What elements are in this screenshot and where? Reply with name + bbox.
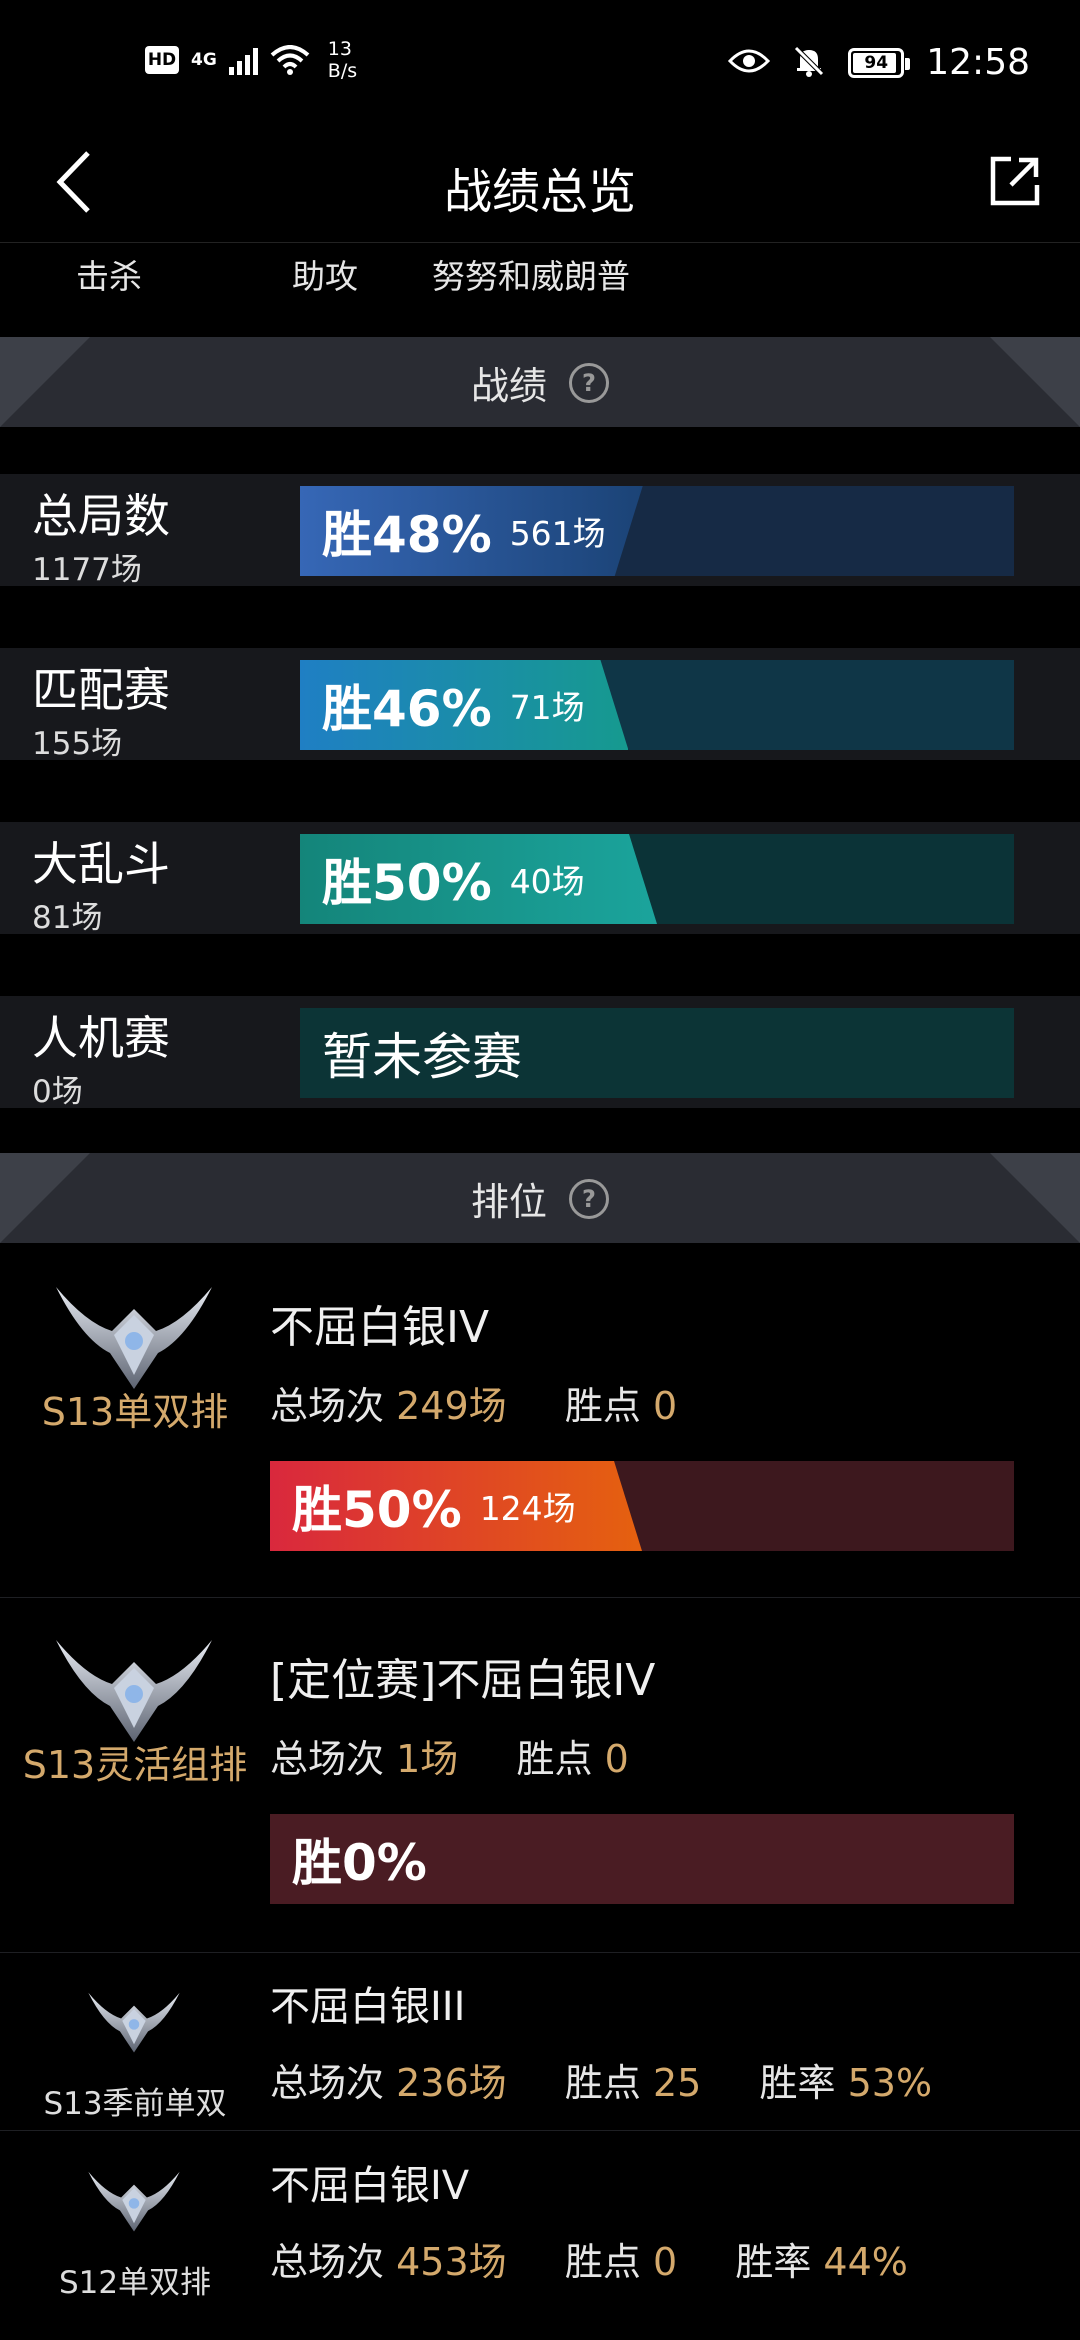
points-label: 胜点 xyxy=(516,1737,593,1781)
rank-tier: [定位赛]不屈白银IV xyxy=(270,1655,656,1706)
stat-name: 人机赛 xyxy=(32,1011,170,1065)
ranked-entry-s12[interactable]: S12单双排 不屈白银IV 总场次 453场 胜点 0 胜率 44% xyxy=(0,2131,1080,2309)
tab-champion[interactable]: 努努和威朗普 xyxy=(432,250,630,298)
rank-meta: 总场次 249场 胜点 0 xyxy=(270,1375,677,1430)
rank-tier: 不屈白银IV xyxy=(270,1302,490,1353)
battery-level: 94 xyxy=(864,52,889,73)
win-games: 40场 xyxy=(509,862,585,901)
battery-icon: 94 xyxy=(848,47,911,78)
total-value: 249场 xyxy=(396,1384,507,1428)
stat-subtabs: 击杀 助攻 努努和威朗普 xyxy=(0,242,1080,337)
winrate-bar: 暂未参赛 xyxy=(300,1008,1014,1098)
silver-rank-emblem-icon xyxy=(56,1640,212,1742)
season-label: S12单双排 xyxy=(58,2265,212,2301)
winrate-bar: 胜50% 40场 xyxy=(300,834,1014,924)
ranked-section-title: 排位 ? xyxy=(0,1171,1080,1226)
stat-name: 匹配赛 xyxy=(32,663,170,717)
winrate-label: 胜率 xyxy=(735,2240,812,2284)
total-value: 236场 xyxy=(396,2061,507,2105)
record-section-header: 战绩 ? xyxy=(0,337,1080,427)
points-label: 胜点 xyxy=(564,2061,641,2105)
rank-meta: 总场次 1场 胜点 0 xyxy=(270,1728,629,1783)
signal-icon xyxy=(228,45,258,75)
rank-tier: 不屈白银IV xyxy=(270,2163,470,2209)
status-right: 94 12:58 xyxy=(728,42,1030,83)
points-label: 胜点 xyxy=(564,1384,641,1428)
ranked-title-text: 排位 xyxy=(470,1180,547,1224)
question-circle-icon[interactable]: ? xyxy=(569,362,609,403)
total-label: 总场次 xyxy=(270,1737,385,1781)
win-percent: 胜50% xyxy=(322,854,492,912)
season-label: S13灵活组排 xyxy=(22,1743,248,1787)
winrate-bar: 胜46% 71场 xyxy=(300,660,1014,750)
points-value: 0 xyxy=(604,1737,629,1781)
points-label: 胜点 xyxy=(564,2240,641,2284)
stat-row-aram[interactable]: 大乱斗 81场 胜50% 40场 xyxy=(0,822,1080,936)
total-label: 总场次 xyxy=(270,1384,385,1428)
status-left: HD 4G 13 B/s xyxy=(145,38,357,82)
record-section-title: 战绩 ? xyxy=(0,355,1080,410)
win-percent: 胜50% xyxy=(292,1481,462,1539)
points-value: 25 xyxy=(652,2061,702,2105)
stat-count: 81场 xyxy=(32,900,103,936)
winrate-bar: 胜48% 561场 xyxy=(300,486,1014,576)
speed-value: 13 xyxy=(327,38,352,60)
season-label: S13季前单双 xyxy=(43,2086,227,2122)
points-value: 0 xyxy=(652,2240,678,2284)
network-speed: 13 B/s xyxy=(328,38,357,82)
season-label: S13单双排 xyxy=(41,1390,229,1434)
stat-name: 总局数 xyxy=(32,489,170,543)
total-label: 总场次 xyxy=(270,2061,385,2105)
rank-meta: 总场次 236场 胜点 25 胜率 53% xyxy=(270,2052,932,2107)
win-games: 71场 xyxy=(509,688,585,727)
total-value: 1场 xyxy=(396,1737,459,1781)
stat-row-normal[interactable]: 匹配赛 155场 胜46% 71场 xyxy=(0,648,1080,762)
page-title: 战绩总览 xyxy=(443,164,636,220)
total-value: 453场 xyxy=(396,2240,507,2284)
silver-rank-emblem-icon xyxy=(88,2171,180,2232)
stat-count: 1177场 xyxy=(32,552,142,588)
winrate-bar: 胜50% 124场 xyxy=(270,1461,1014,1551)
win-games: 124场 xyxy=(479,1489,576,1528)
win-percent: 胜48% xyxy=(322,506,492,564)
network-type: 4G xyxy=(191,50,217,70)
question-circle-icon[interactable]: ? xyxy=(569,1178,609,1219)
winrate-label: 胜率 xyxy=(759,2061,836,2105)
stat-row-bots[interactable]: 人机赛 0场 暂未参赛 xyxy=(0,996,1080,1110)
tab-assists[interactable]: 助攻 xyxy=(292,250,358,298)
ranked-entry-flex[interactable]: S13灵活组排 [定位赛]不屈白银IV 总场次 1场 胜点 0 胜0% xyxy=(0,1598,1080,1953)
app-header: 战绩总览 xyxy=(0,130,1080,243)
silver-rank-emblem-icon xyxy=(56,1287,212,1389)
tab-kills[interactable]: 击杀 xyxy=(76,250,142,298)
win-percent: 胜0% xyxy=(292,1834,427,1892)
record-title-text: 战绩 xyxy=(470,364,547,408)
share-external-icon xyxy=(990,156,1040,206)
speed-unit: B/s xyxy=(327,60,358,82)
winrate-bar: 胜0% xyxy=(270,1814,1014,1904)
eye-icon xyxy=(728,47,771,79)
rank-meta: 总场次 453场 胜点 0 胜率 44% xyxy=(270,2231,908,2286)
ranked-entry-solo[interactable]: S13单双排 不屈白银IV 总场次 249场 胜点 0 胜50% 124场 xyxy=(0,1243,1080,1598)
wifi-icon xyxy=(270,45,310,75)
win-percent: 胜46% xyxy=(322,680,492,738)
rank-tier: 不屈白银III xyxy=(270,1984,466,2030)
stat-name: 大乱斗 xyxy=(32,837,170,891)
points-value: 0 xyxy=(652,1384,678,1428)
silver-rank-emblem-icon xyxy=(88,1992,180,2053)
mute-bell-icon xyxy=(792,44,826,82)
clock: 12:58 xyxy=(926,42,1030,83)
winrate-value: 53% xyxy=(847,2061,933,2105)
no-games-text: 暂未参赛 xyxy=(322,1028,522,1086)
winrate-value: 44% xyxy=(823,2240,908,2284)
stat-row-total[interactable]: 总局数 1177场 胜48% 561场 xyxy=(0,474,1080,588)
total-label: 总场次 xyxy=(270,2240,385,2284)
stat-count: 0场 xyxy=(32,1074,83,1110)
win-games: 561场 xyxy=(509,514,606,553)
ranked-section-header: 排位 ? xyxy=(0,1153,1080,1243)
hd-badge: HD xyxy=(145,46,179,74)
ranked-entry-preseason[interactable]: S13季前单双 不屈白银III 总场次 236场 胜点 25 胜率 53% xyxy=(0,1952,1080,2131)
stat-count: 155场 xyxy=(32,726,123,762)
status-bar: HD 4G 13 B/s 94 12:58 xyxy=(0,0,1080,130)
share-button[interactable] xyxy=(980,146,1050,216)
